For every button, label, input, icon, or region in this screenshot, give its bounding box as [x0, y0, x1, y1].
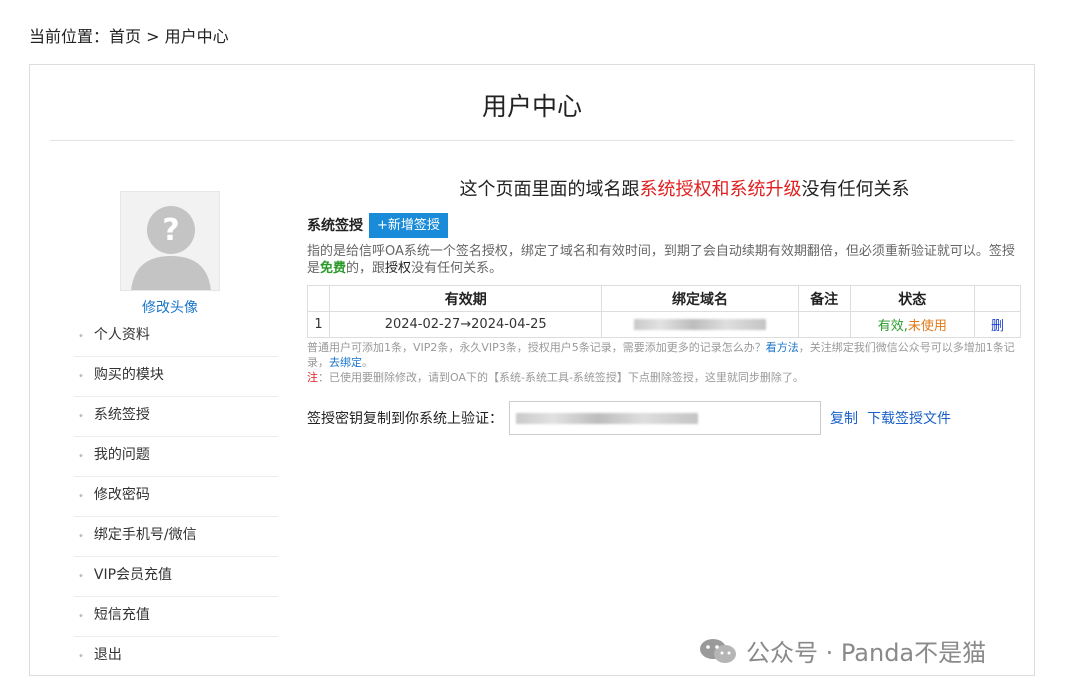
sidebar-item-label: 修改密码 [93, 487, 150, 503]
domain-notice: 这个页面里面的域名跟系统授权和系统升级没有任何关系 [347, 175, 1022, 201]
avatar[interactable]: ? [120, 191, 220, 291]
download-signing-file-link[interactable]: 下载签授文件 [867, 408, 951, 428]
cell-index: 1 [306, 311, 331, 338]
sidebar-item-label: 短信充值 [93, 607, 150, 623]
add-signing-button[interactable]: +新增签授 [369, 212, 448, 238]
redacted-domain [634, 319, 767, 330]
change-avatar-link[interactable]: 修改头像 [142, 297, 198, 317]
user-center-panel: 用户中心 ? 修改头像 • 个人资料 • 购买的模块 • 系统签授 • 我的问题 • 修改… [29, 64, 1035, 676]
copy-link[interactable]: 复制 [830, 408, 858, 428]
cell-remark [797, 311, 851, 338]
cell-status: 有效,未使用 [849, 311, 975, 338]
col-header-remark: 备注 [797, 285, 851, 312]
breadcrumb-current: 用户中心 [164, 27, 229, 46]
cell-action: 删 [973, 311, 1022, 338]
note-end: 。 [362, 356, 373, 369]
svg-text:?: ? [162, 213, 179, 248]
sidebar-item-logout[interactable]: • 退出 [74, 637, 278, 676]
signing-description: 指的是给信呼OA系统一个签名授权，绑定了域名和有效时间，到期了会自动续期有效期翻… [307, 243, 1022, 277]
signing-table: 有效期 绑定域名 备注 状态 1 2024-02-27→2024-04-25 有… [306, 285, 1022, 338]
see-method-link[interactable]: 看方法 [766, 341, 799, 354]
breadcrumb-separator: > [141, 27, 165, 46]
desc-text-2: 的，跟 [346, 261, 386, 276]
notice-highlight: 系统授权和系统升级 [639, 179, 802, 200]
key-field[interactable] [509, 401, 821, 435]
sidebar-item-profile[interactable]: • 个人资料 [74, 317, 278, 357]
sidebar-item-label: 绑定手机号/微信 [93, 527, 197, 543]
delete-note: 注：已使用要删除修改，请到OA下的【系统-系统工具-系统签授】下点删除签授，这里… [307, 370, 1022, 385]
sidebar-item-label: 购买的模块 [93, 367, 164, 383]
desc-auth: 授权 [385, 261, 412, 276]
sidebar-item-change-password[interactable]: • 修改密码 [74, 477, 278, 517]
page-title: 用户中心 [481, 92, 582, 121]
status-valid: 有效 [877, 319, 904, 334]
sidebar-item-purchased-modules[interactable]: • 购买的模块 [74, 357, 278, 397]
table-header-row: 有效期 绑定域名 备注 状态 [306, 285, 1022, 312]
sidebar-item-label: VIP会员充值 [93, 567, 173, 583]
bullet-icon: • [78, 651, 84, 662]
breadcrumb-home-link[interactable]: 首页 [109, 27, 141, 46]
key-row: 签授密钥复制到你系统上验证： 复制 下载签授文件 [307, 401, 1022, 435]
go-bind-link[interactable]: 去绑定 [329, 356, 362, 369]
col-header-validity: 有效期 [329, 285, 603, 312]
col-header-index [306, 285, 331, 312]
sidebar-item-system-signing[interactable]: • 系统签授 [74, 397, 278, 437]
sidebar-item-label: 退出 [93, 647, 122, 663]
redacted-key [516, 412, 698, 424]
bullet-icon: • [78, 331, 84, 342]
status-unused: 未使用 [907, 319, 947, 334]
watermark-text: 公众号 · Panda不是猫 [746, 639, 987, 667]
bullet-icon: • [78, 411, 84, 422]
sidebar-item-bind-phone-wechat[interactable]: • 绑定手机号/微信 [74, 517, 278, 557]
table-row: 1 2024-02-27→2024-04-25 有效,未使用 删 [306, 311, 1022, 338]
col-header-status: 状态 [849, 285, 975, 312]
breadcrumb: 当前位置：首页 > 用户中心 [29, 23, 229, 47]
desc-text-3: 没有任何关系。 [411, 261, 503, 276]
note-label: 注 [307, 371, 318, 384]
title-divider [50, 140, 1014, 141]
delete-link[interactable]: 删 [991, 319, 1004, 334]
col-header-action [973, 285, 1022, 312]
note-text: 普通用户可添加1条，VIP2条，永久VIP3条，授权用户5条记录，需要添加更多的… [307, 341, 766, 354]
notice-text: 这个页面里面的域名跟 [459, 179, 640, 200]
bullet-icon: • [78, 571, 84, 582]
wechat-icon [700, 638, 736, 663]
bullet-icon: • [78, 611, 84, 622]
section-header: 系统签授 +新增签授 [307, 212, 1022, 238]
watermark: 公众号 · Panda不是猫 [698, 633, 986, 668]
default-avatar-icon: ? [121, 192, 219, 290]
col-header-domain: 绑定域名 [601, 285, 799, 312]
notice-text-end: 没有任何关系 [801, 179, 910, 200]
key-label: 签授密钥复制到你系统上验证： [307, 411, 503, 427]
sidebar-item-label: 系统签授 [93, 407, 150, 423]
sidebar-item-label: 我的问题 [93, 447, 150, 463]
quota-note: 普通用户可添加1条，VIP2条，永久VIP3条，授权用户5条记录，需要添加更多的… [307, 340, 1022, 370]
section-title: 系统签授 [307, 218, 363, 234]
note-text: ：已使用要删除修改，请到OA下的【系统-系统工具-系统签授】下点删除签授，这里就… [318, 371, 804, 384]
sidebar-item-my-questions[interactable]: • 我的问题 [74, 437, 278, 477]
sidebar-item-label: 个人资料 [93, 327, 150, 343]
cell-domain [601, 311, 799, 338]
bullet-icon: • [78, 451, 84, 462]
bullet-icon: • [78, 491, 84, 502]
breadcrumb-prefix: 当前位置： [29, 27, 110, 46]
sidebar-menu: • 个人资料 • 购买的模块 • 系统签授 • 我的问题 • 修改密码 • 绑定手机号/微信… [74, 317, 278, 676]
bullet-icon: • [78, 371, 84, 382]
sidebar-item-vip-recharge[interactable]: • VIP会员充值 [74, 557, 278, 597]
main-content: 这个页面里面的域名跟系统授权和系统升级没有任何关系 系统签授 +新增签授 指的是… [306, 175, 1022, 435]
desc-free: 免费 [320, 261, 347, 276]
bullet-icon: • [78, 531, 84, 542]
cell-validity: 2024-02-27→2024-04-25 [329, 311, 603, 338]
sidebar-item-sms-recharge[interactable]: • 短信充值 [74, 597, 278, 637]
